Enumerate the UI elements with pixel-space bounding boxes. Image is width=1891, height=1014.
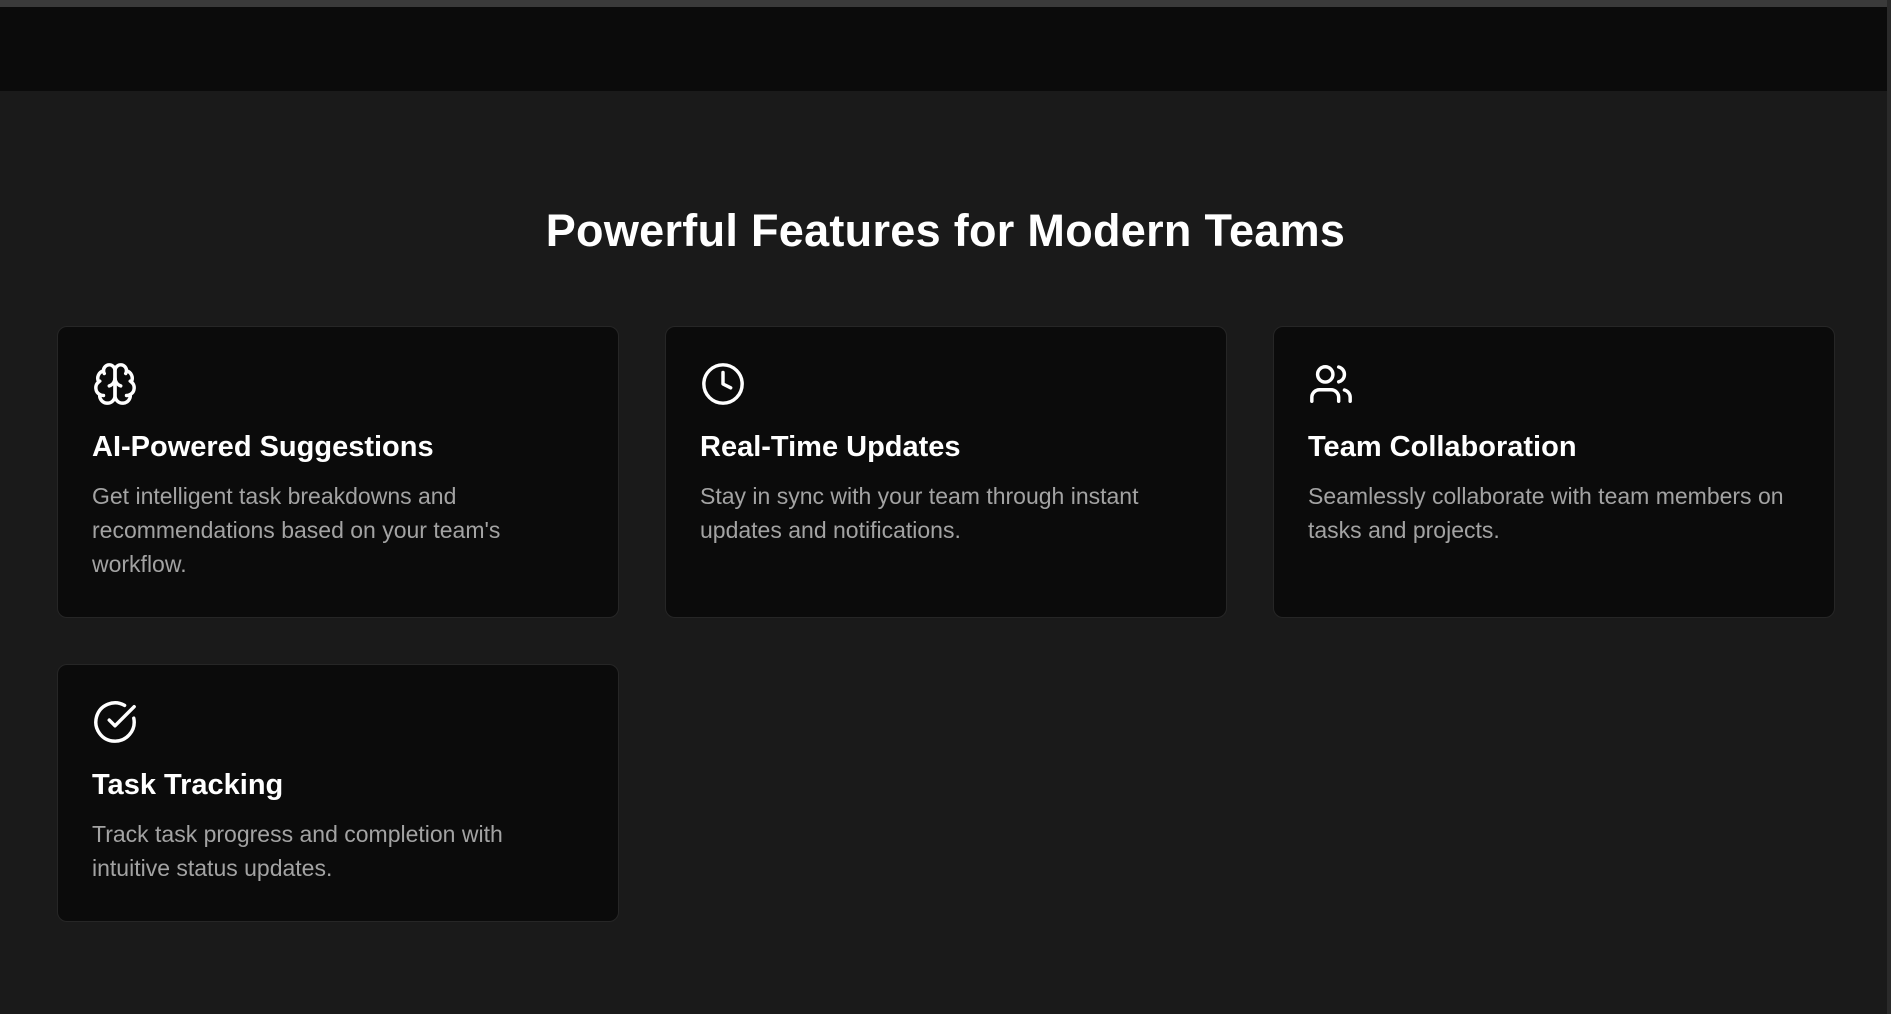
feature-description: Get intelligent task breakdowns and reco… [92,483,501,577]
feature-title: Task Tracking [92,769,284,801]
feature-card-task-tracking: Task Tracking Track task progress and co… [57,664,619,922]
feature-card-real-time-updates: Real-Time Updates Stay in sync with your… [665,326,1227,618]
feature-title: Real-Time Updates [700,431,961,463]
feature-card-ai-suggestions: AI-Powered Suggestions Get intelligent t… [57,326,619,618]
feature-title: AI-Powered Suggestions [92,431,434,463]
feature-title: Team Collaboration [1308,431,1577,463]
brain-icon [92,361,138,407]
window-top-edge [0,0,1891,7]
feature-description: Stay in sync with your team through inst… [700,483,1139,543]
feature-description: Seamlessly collaborate with team members… [1308,483,1784,543]
scrollbar[interactable] [1887,0,1891,1014]
feature-description: Track task progress and completion with … [92,821,503,881]
check-circle-icon [92,699,138,745]
section-title: Powerful Features for Modern Teams [545,205,1346,256]
users-icon [1308,361,1354,407]
clock-icon [700,361,746,407]
header-bar [0,7,1891,91]
feature-card-team-collaboration: Team Collaboration Seamlessly collaborat… [1273,326,1835,618]
